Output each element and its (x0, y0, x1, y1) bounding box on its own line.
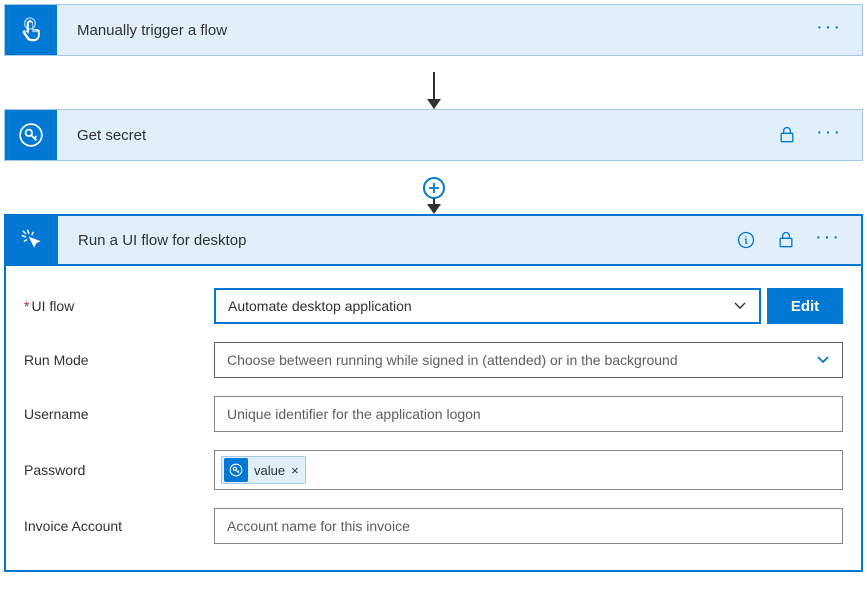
dynamic-content-token[interactable]: value × (221, 456, 306, 484)
more-icon[interactable]: ··· (816, 17, 842, 43)
edit-button[interactable]: Edit (767, 288, 843, 324)
step-body: *UI flow Automate desktop application Ed… (4, 266, 863, 572)
field-label-password: Password (24, 462, 214, 478)
token-remove-icon[interactable]: × (291, 463, 299, 478)
info-icon[interactable] (735, 229, 757, 251)
keyvault-icon (224, 458, 248, 482)
step-title: Manually trigger a flow (57, 22, 816, 39)
uiflow-select[interactable]: Automate desktop application (214, 288, 761, 324)
password-input[interactable]: value × (214, 450, 843, 490)
flow-step-run-ui-flow[interactable]: Run a UI flow for desktop ··· (4, 214, 863, 266)
more-icon[interactable]: ··· (815, 227, 841, 253)
chevron-down-icon (733, 299, 747, 313)
field-label-invoice: Invoice Account (24, 518, 214, 534)
flow-step-trigger[interactable]: Manually trigger a flow ··· (4, 4, 863, 56)
lock-icon[interactable] (775, 229, 797, 251)
invoice-input[interactable] (214, 508, 843, 544)
field-label-runmode: Run Mode (24, 352, 214, 368)
add-step-button[interactable] (423, 177, 445, 199)
flow-step-get-secret[interactable]: Get secret ··· (4, 109, 863, 161)
cursor-click-icon (6, 216, 58, 264)
username-input[interactable] (214, 396, 843, 432)
more-icon[interactable]: ··· (816, 122, 842, 148)
runmode-select[interactable]: Choose between running while signed in (… (214, 342, 843, 378)
step-title: Run a UI flow for desktop (58, 232, 735, 249)
step-title: Get secret (57, 127, 776, 144)
touch-icon (5, 5, 57, 55)
field-label-username: Username (24, 406, 214, 422)
keyvault-icon (5, 110, 57, 160)
connector-arrow (4, 169, 863, 214)
field-label-uiflow: *UI flow (24, 298, 214, 314)
chevron-down-icon (816, 353, 830, 367)
lock-icon[interactable] (776, 124, 798, 146)
connector-arrow (4, 64, 863, 109)
